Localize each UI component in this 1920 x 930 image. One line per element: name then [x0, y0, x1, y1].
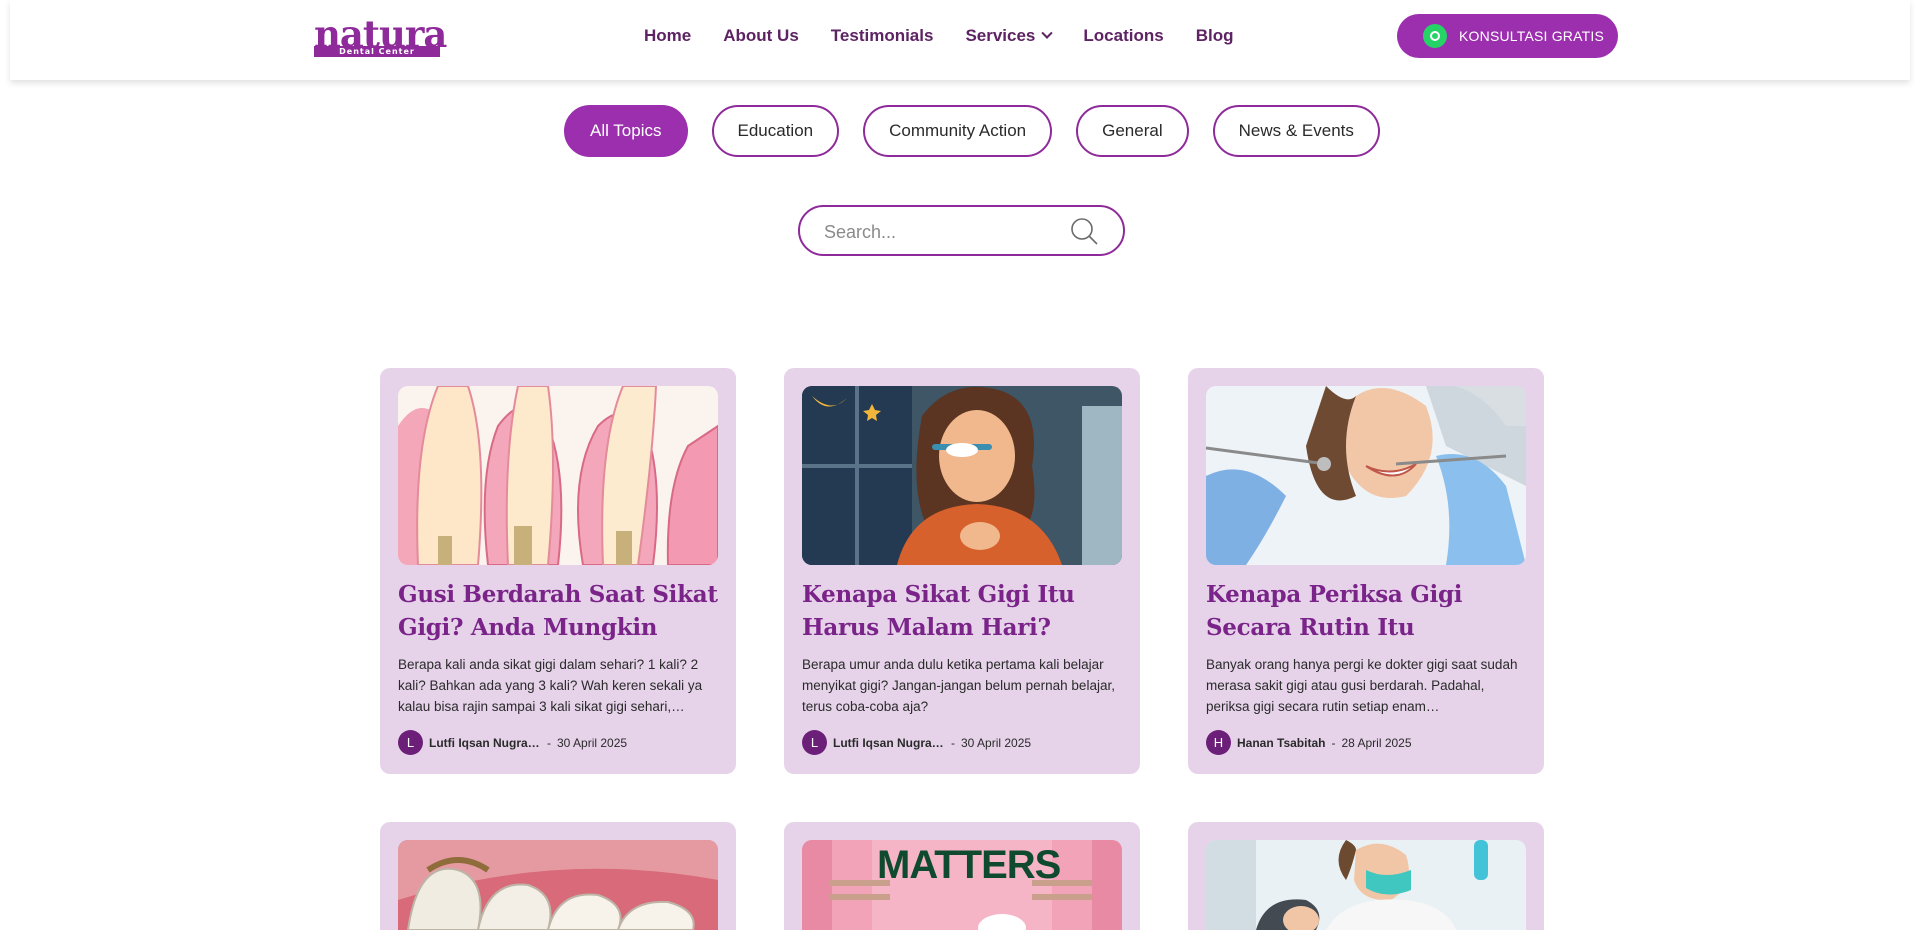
- consultation-button[interactable]: KONSULTASI GRATIS: [1397, 14, 1618, 58]
- post-meta: L Lutfi Iqsan Nugrah... - 30 April 2025: [398, 730, 627, 755]
- meta-separator: -: [1331, 735, 1336, 750]
- nav-about-us[interactable]: About Us: [723, 24, 799, 48]
- site-header: natura Dental Center Home About Us Testi…: [10, 0, 1910, 80]
- post-meta: L Lutfi Iqsan Nugrah... - 30 April 2025: [802, 730, 1031, 755]
- post-thumbnail-night-brushing[interactable]: [802, 386, 1122, 565]
- search-box: [798, 205, 1125, 256]
- logo-subtitle: Dental Center: [314, 46, 440, 57]
- search-input[interactable]: [824, 219, 1064, 245]
- nav-about-label: About Us: [723, 26, 799, 45]
- post-meta: H Hanan Tsabitah - 28 April 2025: [1206, 730, 1412, 755]
- nav-services-label: Services: [965, 26, 1036, 45]
- avatar: H: [1206, 730, 1231, 755]
- post-author: Lutfi Iqsan Nugrah...: [429, 735, 541, 750]
- post-excerpt: Berapa kali anda sikat gigi dalam sehari…: [398, 657, 703, 714]
- topic-all[interactable]: All Topics: [564, 105, 688, 157]
- avatar: L: [398, 730, 423, 755]
- nav-services[interactable]: Services: [965, 24, 1054, 48]
- nav-testimonials-label: Testimonials: [830, 26, 934, 45]
- main-nav: Home About Us Testimonials Services Loca…: [644, 24, 1265, 48]
- post-thumbnail-matters-poster[interactable]: MATTERS: [802, 840, 1122, 930]
- post-excerpt: Banyak orang hanya pergi ke dokter gigi …: [1206, 657, 1518, 714]
- post-card[interactable]: [380, 822, 736, 930]
- post-date: 28 April 2025: [1341, 735, 1412, 750]
- nav-home[interactable]: Home: [644, 24, 691, 48]
- topic-education[interactable]: Education: [711, 105, 840, 157]
- post-card[interactable]: Kenapa Sikat Gigi Itu Harus Malam Hari? …: [784, 368, 1140, 774]
- nav-locations-label: Locations: [1083, 26, 1164, 45]
- whatsapp-icon: [1423, 24, 1447, 48]
- post-date: 30 April 2025: [557, 735, 628, 750]
- nav-testimonials[interactable]: Testimonials: [831, 24, 934, 48]
- post-title[interactable]: Kenapa Sikat Gigi Itu Harus Malam Hari? …: [802, 578, 1124, 644]
- nav-blog[interactable]: Blog: [1196, 24, 1234, 48]
- post-excerpt: Berapa umur anda dulu ketika pertama kal…: [802, 657, 1115, 714]
- search-icon[interactable]: [1070, 217, 1098, 245]
- nav-blog-label: Blog: [1195, 26, 1234, 45]
- post-card[interactable]: [1188, 822, 1544, 930]
- post-title[interactable]: Kenapa Periksa Gigi Secara Rutin Itu Pen…: [1206, 578, 1528, 644]
- post-card[interactable]: Kenapa Periksa Gigi Secara Rutin Itu Pen…: [1188, 368, 1544, 774]
- topic-community-action[interactable]: Community Action: [863, 105, 1053, 157]
- post-card[interactable]: Gusi Berdarah Saat Sikat Gigi? Anda Mung…: [380, 368, 736, 774]
- post-author: Lutfi Iqsan Nugrah...: [833, 735, 945, 750]
- nav-home-label: Home: [644, 26, 692, 45]
- topic-general[interactable]: General: [1076, 105, 1189, 157]
- chevron-down-icon: [1041, 27, 1054, 39]
- consultation-label: KONSULTASI GRATIS: [1459, 28, 1604, 44]
- site-logo[interactable]: natura Dental Center: [314, 14, 447, 58]
- poster-text: MATTERS: [877, 843, 1061, 887]
- post-thumbnail-teeth-closeup[interactable]: [398, 840, 718, 930]
- nav-locations[interactable]: Locations: [1083, 24, 1163, 48]
- meta-separator: -: [951, 735, 955, 750]
- avatar: L: [802, 730, 827, 755]
- topic-news-events[interactable]: News & Events: [1212, 105, 1380, 157]
- post-thumbnail-dental-checkup[interactable]: [1206, 386, 1526, 565]
- post-card[interactable]: MATTERS: [784, 822, 1140, 930]
- post-title[interactable]: Gusi Berdarah Saat Sikat Gigi? Anda Mung…: [398, 578, 720, 644]
- post-thumbnail-gums[interactable]: [398, 386, 718, 565]
- post-date: 30 April 2025: [961, 735, 1032, 750]
- meta-separator: -: [547, 735, 551, 750]
- topic-filters: All Topics Education Community Action Ge…: [564, 105, 1404, 157]
- post-author: Hanan Tsabitah: [1237, 735, 1326, 750]
- post-thumbnail-dentist-child[interactable]: [1206, 840, 1526, 930]
